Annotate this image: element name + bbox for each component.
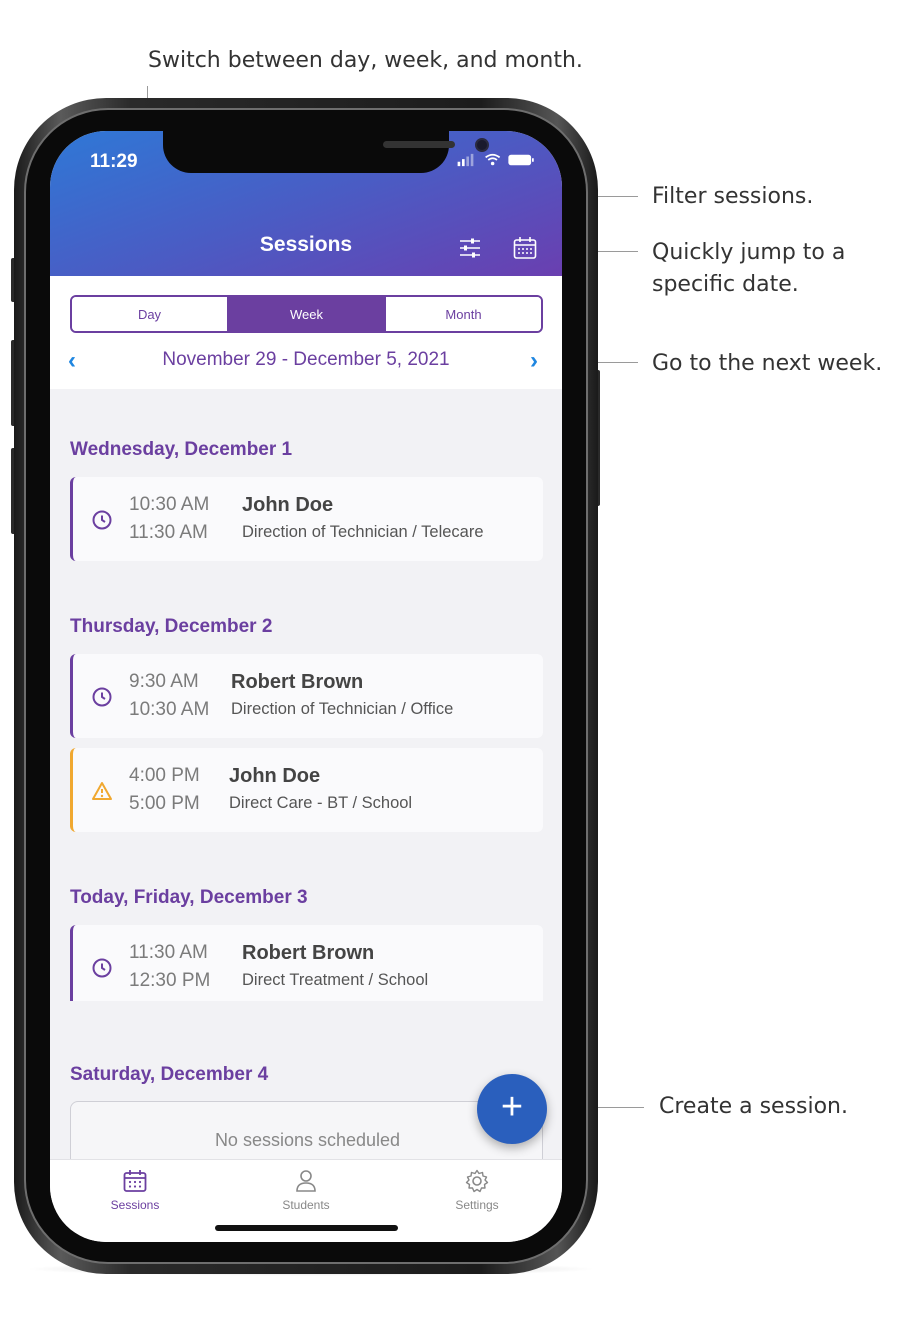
tab-label: Sessions — [110, 1198, 160, 1212]
calendar-icon[interactable] — [512, 235, 538, 261]
create-session-button[interactable]: + — [477, 1074, 547, 1144]
sliders-icon[interactable] — [457, 235, 483, 261]
clock-icon — [92, 510, 112, 530]
view-switcher: Day Week Month — [70, 295, 543, 333]
annotation-jump-line2: specific date. — [652, 272, 799, 297]
session-detail: Direction of Technician / Telecare — [242, 523, 484, 541]
view-month-button[interactable]: Month — [384, 297, 541, 331]
warning-icon — [92, 782, 112, 800]
day-title: Saturday, December 4 — [70, 1064, 269, 1085]
session-times: 10:30 AM 11:30 AM — [129, 491, 209, 547]
session-detail: Direct Care - BT / School — [229, 794, 413, 812]
tab-label: Settings — [455, 1198, 499, 1212]
page-title: Sessions — [259, 233, 353, 256]
session-times: 11:30 AM 12:30 PM — [129, 939, 210, 995]
home-indicator — [215, 1225, 398, 1231]
annotation-jump-line1: Quickly jump to a — [652, 240, 846, 265]
session-end: 12:30 PM — [129, 970, 211, 991]
view-day-button[interactable]: Day — [72, 297, 227, 331]
session-card[interactable]: 9:30 AM 10:30 AM Robert Brown Direction … — [70, 654, 543, 738]
session-start: 11:30 AM — [129, 942, 208, 963]
session-detail: Direction of Technician / Office — [231, 700, 454, 718]
session-end: 11:30 AM — [129, 522, 208, 543]
session-times: 9:30 AM 10:30 AM — [129, 668, 209, 724]
gear-icon — [465, 1169, 489, 1193]
session-card[interactable]: 4:00 PM 5:00 PM John Doe Direct Care - B… — [70, 748, 543, 832]
clock-icon — [92, 958, 112, 978]
day-title: Thursday, December 2 — [70, 616, 273, 637]
app-header: 11:29 Sessions — [50, 131, 562, 276]
tab-settings[interactable]: Settings — [427, 1168, 527, 1212]
person-icon — [296, 1170, 316, 1192]
session-student: Robert Brown — [242, 942, 375, 964]
plus-icon: + — [500, 1086, 524, 1128]
day-title: Today, Friday, December 3 — [70, 887, 308, 908]
annotation-switch-view: Switch between day, week, and month. — [148, 48, 583, 73]
annotation-filter: Filter sessions. — [652, 184, 814, 209]
session-student: Robert Brown — [231, 671, 364, 693]
date-range-label: November 29 - December 5, 2021 — [162, 349, 450, 370]
status-icons — [457, 153, 534, 167]
session-start: 10:30 AM — [129, 494, 210, 515]
tab-students[interactable]: Students — [256, 1168, 356, 1212]
session-card[interactable]: 10:30 AM 11:30 AM John Doe Direction of … — [70, 477, 543, 561]
empty-message: No sessions scheduled — [214, 1130, 401, 1150]
status-time: 11:29 — [90, 151, 138, 172]
speaker — [383, 141, 455, 148]
clock-icon — [92, 687, 112, 707]
session-student: John Doe — [242, 494, 334, 516]
notch — [163, 131, 489, 173]
view-week-button[interactable]: Week — [227, 297, 384, 331]
session-end: 10:30 AM — [129, 699, 210, 720]
session-card[interactable]: 11:30 AM 12:30 PM Robert Brown Direct Tr… — [70, 925, 543, 1001]
tab-label: Students — [282, 1198, 330, 1212]
session-end: 5:00 PM — [129, 793, 200, 814]
annotation-next-week: Go to the next week. — [652, 351, 883, 376]
chevron-right-icon[interactable]: › — [530, 347, 538, 375]
calendar-icon — [123, 1170, 147, 1192]
phone-screen: 11:29 Sessions Day Week Month ‹ November… — [50, 131, 562, 1242]
tab-bar: Sessions Students Settings — [50, 1159, 562, 1242]
session-detail: Direct Treatment / School — [242, 971, 429, 989]
front-camera — [475, 138, 489, 152]
session-times: 4:00 PM 5:00 PM — [129, 762, 200, 818]
session-student: John Doe — [229, 765, 321, 787]
tab-sessions[interactable]: Sessions — [85, 1168, 185, 1212]
annotation-create: Create a session. — [659, 1094, 848, 1119]
session-start: 9:30 AM — [129, 671, 199, 692]
session-start: 4:00 PM — [129, 765, 200, 786]
day-title: Wednesday, December 1 — [70, 439, 293, 460]
